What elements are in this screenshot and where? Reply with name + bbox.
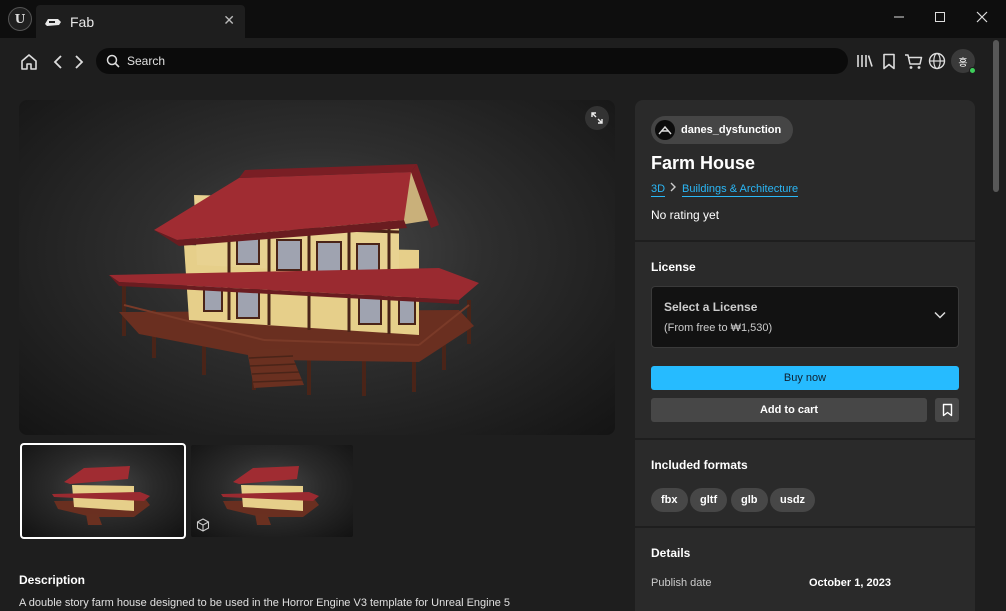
minimize-button[interactable] [887,7,911,27]
format-tag-fbx[interactable]: fbx [651,488,688,512]
globe-icon [928,52,946,70]
thumbnail-image-1[interactable] [20,443,186,539]
format-tag-gltf[interactable]: gltf [690,488,728,512]
tab-label: Fab [70,13,95,30]
page-scrollbar[interactable] [990,38,1002,611]
wishlist-button[interactable] [935,398,959,422]
expand-icon [591,112,603,124]
title-bar: U Fab ✕ [0,0,1006,38]
product-header: danes_dysfunction Farm House 3D Building… [635,100,975,242]
home-icon [21,54,37,70]
tab-fab[interactable]: Fab ✕ [36,5,245,38]
user-avatar[interactable]: 홍 [951,49,976,74]
cart-icon [904,53,922,69]
bookmark-icon [883,53,895,69]
rating-text: No rating yet [651,208,720,222]
fab-icon [45,18,61,26]
bookmark-button[interactable] [879,51,899,71]
format-tag-usdz[interactable]: usdz [770,488,816,512]
model-viewer[interactable] [19,100,615,435]
library-icon [857,55,873,67]
search-input[interactable] [127,54,807,68]
maximize-icon [935,12,945,22]
format-tag-glb[interactable]: glb [731,488,768,512]
farm-house-render [109,164,479,396]
details-heading: Details [651,546,691,560]
creator-logo-icon [658,125,672,135]
farm-house-thumbnail [221,466,319,525]
license-select-label: Select a License [664,300,758,314]
cube-icon [196,518,210,532]
page-content: 홍 [0,38,1006,611]
home-button[interactable] [17,50,41,74]
breadcrumb-buildings-architecture[interactable]: Buildings & Architecture [682,183,799,197]
creator-avatar [655,120,675,140]
cart-button[interactable] [903,51,923,71]
chevron-left-icon [53,55,62,69]
unreal-logo-icon[interactable]: U [8,7,32,31]
scrollbar-thumb[interactable] [993,40,999,192]
product-title: Farm House [651,153,756,173]
minimize-icon [894,16,904,18]
chevron-down-icon [934,311,946,319]
thumbnail-3d-model[interactable] [191,445,353,537]
creator-chip[interactable]: danes_dysfunction [651,116,794,144]
search-bar[interactable] [96,48,848,74]
online-status-dot [969,67,976,74]
close-button[interactable] [970,7,994,27]
fullscreen-button[interactable] [585,106,609,130]
formats-section: Included formats [635,440,975,528]
tab-close-icon[interactable]: ✕ [223,12,235,29]
add-to-cart-button[interactable]: Add to cart [651,398,927,422]
description-heading: Description [19,573,86,587]
farm-house-thumbnail [52,466,150,525]
formats-heading: Included formats [651,458,748,472]
forward-button[interactable] [67,50,91,74]
library-button[interactable] [855,51,875,71]
buy-now-button[interactable]: Buy now [651,366,959,390]
product-panel: danes_dysfunction Farm House 3D Building… [635,100,975,611]
publish-date-value: October 1, 2023 [809,577,891,589]
close-icon [976,11,988,23]
language-button[interactable] [927,51,947,71]
creator-name: danes_dysfunction [681,124,782,136]
breadcrumb-3d[interactable]: 3D [651,183,666,197]
chevron-right-icon [75,55,84,69]
description-text: A double story farm house designed to be… [19,597,511,609]
bookmark-icon [942,403,952,417]
license-price-range: (From free to ₩1,530) [664,322,773,334]
maximize-button[interactable] [928,7,952,27]
license-heading: License [651,260,696,274]
search-icon [106,54,120,68]
avatar-initials: 홍 [958,57,968,69]
publish-date-label: Publish date [651,577,712,589]
chevron-right-icon [669,182,677,195]
license-select[interactable]: Select a License (From free to ₩1,530) [651,286,959,348]
